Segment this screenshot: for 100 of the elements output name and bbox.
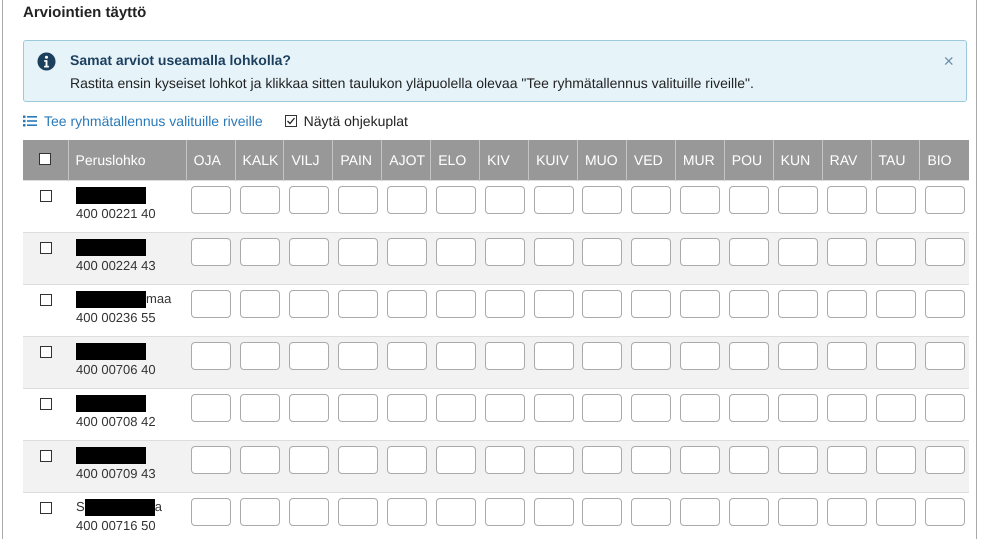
rating-field[interactable] [386,186,427,214]
rating-field[interactable] [386,290,427,318]
rating-field[interactable] [924,394,965,422]
rating-field[interactable] [338,290,378,318]
rating-field[interactable] [484,394,525,422]
row-checkbox[interactable] [40,242,52,254]
rating-field[interactable] [729,186,770,214]
rating-field[interactable] [386,238,427,266]
rating-field[interactable] [582,238,622,266]
rating-field[interactable] [631,342,672,370]
rating-field[interactable] [436,446,476,474]
rating-field[interactable] [338,186,378,214]
rating-field[interactable] [778,290,818,318]
rating-field[interactable] [288,498,329,526]
rating-field[interactable] [240,342,280,370]
rating-field[interactable] [240,394,280,422]
rating-field[interactable] [436,342,476,370]
rating-field[interactable] [386,498,427,526]
rating-field[interactable] [534,446,574,474]
rating-field[interactable] [338,342,378,370]
rating-field[interactable] [240,290,280,318]
rating-field[interactable] [288,238,329,266]
rating-field[interactable] [534,342,574,370]
rating-field[interactable] [484,186,525,214]
rating-field[interactable] [778,394,818,422]
rating-field[interactable] [288,342,329,370]
rating-field[interactable] [436,186,476,214]
rating-field[interactable] [924,446,965,474]
rating-field[interactable] [827,394,868,422]
rating-field[interactable] [924,498,965,526]
rating-field[interactable] [240,186,280,214]
rating-field[interactable] [631,498,672,526]
rating-field[interactable] [191,238,232,266]
rating-field[interactable] [338,446,378,474]
rating-field[interactable] [582,342,622,370]
rating-field[interactable] [631,238,672,266]
rating-field[interactable] [582,394,622,422]
rating-field[interactable] [827,342,868,370]
rating-field[interactable] [876,394,916,422]
rating-field[interactable] [534,498,574,526]
rating-field[interactable] [729,238,770,266]
rating-field[interactable] [240,446,280,474]
rating-field[interactable] [924,238,965,266]
rating-field[interactable] [631,394,672,422]
rating-field[interactable] [827,290,868,318]
tips-checkbox[interactable] [284,115,297,127]
rating-field[interactable] [924,342,965,370]
rating-field[interactable] [191,394,232,422]
rating-field[interactable] [876,498,916,526]
rating-field[interactable] [631,290,672,318]
row-checkbox[interactable] [40,450,52,462]
rating-field[interactable] [582,290,622,318]
rating-field[interactable] [436,238,476,266]
rating-field[interactable] [778,238,818,266]
rating-field[interactable] [778,186,818,214]
close-button[interactable]: × [943,52,954,70]
rating-field[interactable] [924,186,965,214]
rating-field[interactable] [631,446,672,474]
row-checkbox[interactable] [40,502,52,514]
rating-field[interactable] [534,238,574,266]
rating-field[interactable] [680,186,720,214]
row-checkbox[interactable] [40,398,52,410]
rating-field[interactable] [338,238,378,266]
rating-field[interactable] [288,394,329,422]
rating-field[interactable] [876,290,916,318]
rating-field[interactable] [778,342,818,370]
rating-field[interactable] [680,290,720,318]
rating-field[interactable] [191,290,232,318]
rating-field[interactable] [680,446,720,474]
row-checkbox[interactable] [40,190,52,202]
row-checkbox[interactable] [40,294,52,306]
rating-field[interactable] [680,238,720,266]
rating-field[interactable] [484,446,525,474]
rating-field[interactable] [582,446,622,474]
rating-field[interactable] [288,446,329,474]
rating-field[interactable] [778,498,818,526]
rating-field[interactable] [582,186,622,214]
rating-field[interactable] [680,342,720,370]
rating-field[interactable] [240,238,280,266]
rating-field[interactable] [876,238,916,266]
rating-field[interactable] [876,186,916,214]
rating-field[interactable] [876,342,916,370]
rating-field[interactable] [534,290,574,318]
rating-field[interactable] [729,394,770,422]
rating-field[interactable] [680,498,720,526]
rating-field[interactable] [729,446,770,474]
rating-field[interactable] [386,342,427,370]
rating-field[interactable] [729,290,770,318]
rating-field[interactable] [778,446,818,474]
select-all-checkbox[interactable] [39,152,52,165]
rating-field[interactable] [436,498,476,526]
rating-field[interactable] [240,498,280,526]
group-save-link[interactable]: Tee ryhmätallennus valituille riveille [23,113,263,129]
rating-field[interactable] [386,446,427,474]
rating-field[interactable] [436,394,476,422]
rating-field[interactable] [484,342,525,370]
rating-field[interactable] [534,394,574,422]
rating-field[interactable] [582,498,622,526]
rating-field[interactable] [534,186,574,214]
rating-field[interactable] [191,342,232,370]
